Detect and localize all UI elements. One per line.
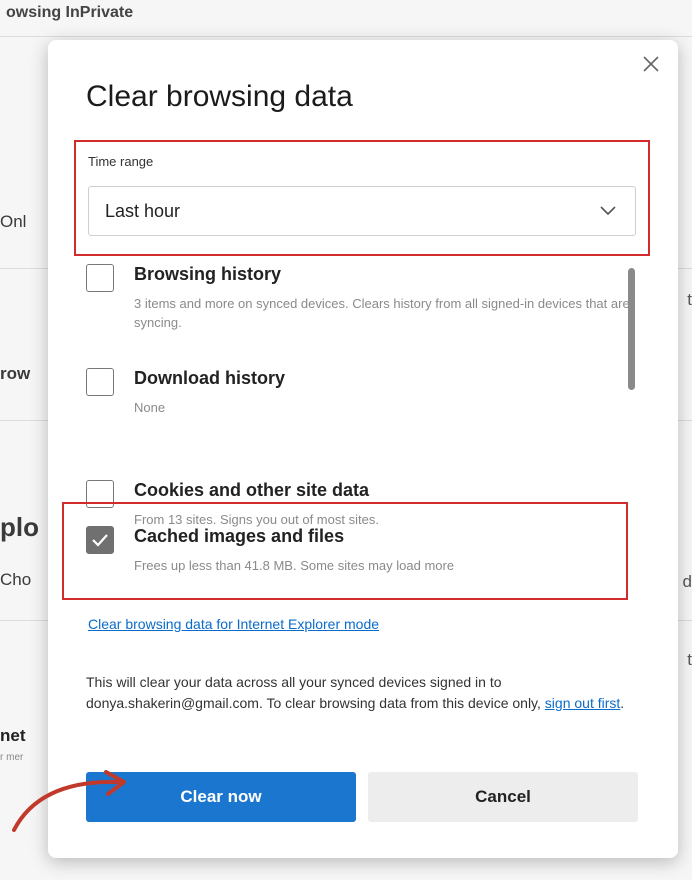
chevron-down-icon bbox=[600, 206, 616, 216]
ie-mode-link[interactable]: Clear browsing data for Internet Explore… bbox=[88, 616, 379, 632]
list-scrollbar[interactable] bbox=[628, 268, 635, 390]
time-range-value: Last hour bbox=[105, 201, 181, 221]
annotation-arrow-icon bbox=[12, 770, 126, 832]
dialog-title: Clear browsing data bbox=[86, 80, 353, 113]
time-range-dropdown[interactable]: Last hour bbox=[88, 186, 636, 236]
sync-note-text: This will clear your data across all you… bbox=[86, 674, 541, 711]
item-description: None bbox=[134, 400, 166, 415]
inprivate-setting-label: owsing InPrivate bbox=[6, 4, 134, 21]
item-title: Download history bbox=[134, 368, 286, 388]
background-row-label: Onl bbox=[0, 212, 27, 231]
background-row-label: net bbox=[0, 726, 26, 745]
clear-browsing-data-dialog: Clear browsing data Time range Last hour… bbox=[48, 40, 678, 858]
sync-note-end: . bbox=[620, 695, 625, 711]
cached-images-highlight: Cached images and files Frees up less th… bbox=[62, 502, 628, 600]
item-title: Browsing history bbox=[134, 264, 282, 284]
sync-note: This will clear your data across all you… bbox=[86, 672, 646, 714]
background-row-label: row bbox=[0, 364, 31, 383]
background-right-text: t bbox=[687, 650, 692, 669]
item-title: Cookies and other site data bbox=[134, 480, 370, 500]
time-range-highlight: Time range Last hour bbox=[74, 140, 650, 256]
background-row-label: Cho bbox=[0, 570, 32, 589]
cancel-button[interactable]: Cancel bbox=[368, 772, 638, 822]
cached-images-checkbox[interactable] bbox=[86, 526, 114, 554]
checkmark-icon bbox=[92, 534, 108, 547]
item-title: Cached images and files bbox=[134, 526, 345, 546]
background-right-text: t bbox=[687, 290, 692, 309]
background-section-heading: plo bbox=[0, 512, 39, 542]
browsing-history-checkbox[interactable] bbox=[86, 264, 114, 292]
sign-out-link[interactable]: sign out first bbox=[545, 695, 620, 711]
close-icon[interactable] bbox=[642, 54, 660, 78]
download-history-checkbox[interactable] bbox=[86, 368, 114, 396]
item-description: Frees up less than 41.8 MB. Some sites m… bbox=[134, 558, 455, 573]
background-right-text: d bbox=[682, 572, 692, 591]
item-description: 3 items and more on synced devices. Clea… bbox=[134, 296, 630, 330]
divider bbox=[0, 36, 692, 37]
time-range-label: Time range bbox=[88, 154, 154, 169]
